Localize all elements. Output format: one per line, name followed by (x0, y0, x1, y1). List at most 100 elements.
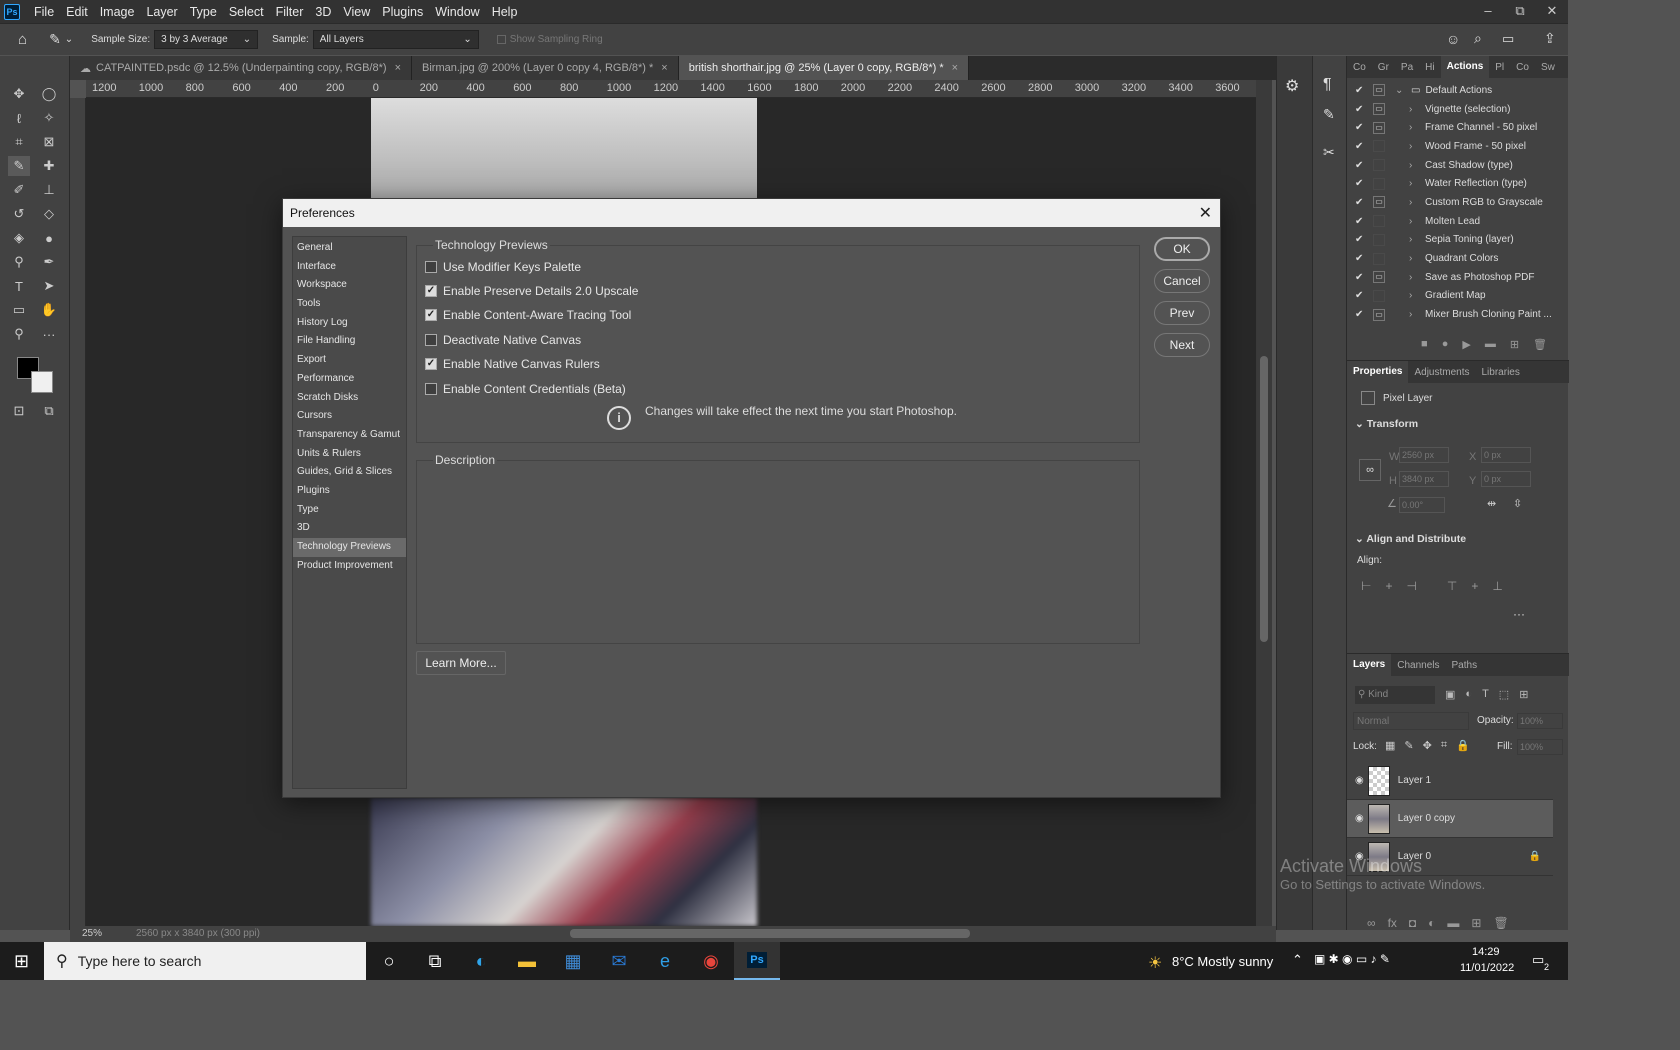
action-row[interactable]: ✔ › Wood Frame - 50 pixel (1347, 137, 1568, 156)
align-top-icon[interactable]: ⊤ (1447, 579, 1457, 593)
option-native-canvas-rulers[interactable]: ✓ Enable Native Canvas Rulers (425, 357, 600, 371)
ok-button[interactable]: OK (1154, 237, 1210, 261)
nav-workspace[interactable]: Workspace (293, 276, 406, 295)
chevron-right-icon[interactable]: › (1409, 234, 1421, 245)
taskbar-search[interactable]: ⚲ Type here to search (44, 942, 366, 980)
user-icon[interactable]: ☺ (1446, 31, 1460, 47)
dialog-toggle[interactable]: ▭ (1373, 196, 1385, 209)
type-tool-icon[interactable]: T (8, 276, 30, 296)
crop-tool-icon[interactable]: ⌗ (8, 132, 30, 152)
search-icon[interactable]: ⌕ (1474, 30, 1482, 47)
lock-position-icon[interactable]: ✥ (1423, 739, 1432, 752)
tab-libraries[interactable]: Libraries (1476, 367, 1526, 378)
check-icon[interactable]: ✔ (1355, 104, 1369, 115)
menu-help[interactable]: Help (486, 5, 524, 19)
dodge-tool-icon[interactable]: ⚲ (8, 252, 30, 272)
nav-interface[interactable]: Interface (293, 258, 406, 277)
align-middle-icon[interactable]: + (1471, 579, 1478, 593)
weather-text[interactable]: 8°C Mostly sunny (1172, 954, 1273, 969)
delete-layer-icon[interactable]: 🗑 (1493, 916, 1508, 930)
marquee-tool-icon[interactable]: ◯ (38, 84, 60, 104)
quick-mask-icon[interactable]: ⊡ (8, 401, 30, 421)
option-modifier-keys-palette[interactable]: Use Modifier Keys Palette (425, 260, 581, 274)
nav-export[interactable]: Export (293, 351, 406, 370)
next-button[interactable]: Next (1154, 333, 1210, 357)
nav-transparency-gamut[interactable]: Transparency & Gamut (293, 426, 406, 445)
lock-all-icon[interactable]: 🔒 (1456, 739, 1470, 752)
learn-more-button[interactable]: Learn More... (416, 651, 506, 675)
task-view-icon[interactable]: ⧉ (412, 942, 458, 980)
brush-settings-icon[interactable]: ✎ (1323, 106, 1335, 123)
check-icon[interactable]: ✔ (1355, 122, 1369, 133)
quick-select-tool-icon[interactable]: ✧ (38, 108, 60, 128)
lasso-tool-icon[interactable]: ℓ (8, 108, 30, 128)
sampling-ring-checkbox[interactable] (496, 35, 506, 44)
paragraph-icon[interactable]: ¶ (1323, 76, 1332, 94)
align-left-icon[interactable]: ⊢ (1361, 579, 1371, 593)
new-set-icon[interactable]: ▬ (1485, 338, 1496, 358)
history-brush-tool-icon[interactable]: ↺ (8, 204, 30, 224)
sample-size-select[interactable]: 3 by 3 Average ⌄ (154, 30, 259, 49)
photoshop-taskbar-icon[interactable]: Ps (734, 942, 780, 980)
tray-icons[interactable]: ▣ ✱ ◉ ▭ ♪ ✎ (1314, 952, 1390, 966)
more-icon[interactable]: ··· (1513, 607, 1525, 621)
tab-patterns[interactable]: Pa (1395, 62, 1419, 73)
store-icon[interactable]: ▦ (550, 942, 596, 980)
check-icon[interactable]: ✔ (1355, 197, 1369, 208)
height-field[interactable]: 3840 px (1399, 471, 1449, 487)
chevron-right-icon[interactable]: › (1409, 272, 1421, 283)
shape-filter-icon[interactable]: ⬚ (1499, 688, 1509, 701)
check-icon[interactable]: ✔ (1355, 309, 1369, 320)
action-row[interactable]: ✔ › Gradient Map (1347, 287, 1568, 306)
play-icon[interactable]: ▶ (1462, 338, 1470, 358)
nav-product-improvement[interactable]: Product Improvement (293, 557, 406, 576)
chevron-right-icon[interactable]: › (1409, 104, 1421, 115)
option-content-credentials[interactable]: Enable Content Credentials (Beta) (425, 382, 626, 396)
dialog-close-icon[interactable]: ✕ (1199, 203, 1212, 223)
menu-3d[interactable]: 3D (309, 5, 337, 19)
eraser-tool-icon[interactable]: ◇ (38, 204, 60, 224)
nav-technology-previews[interactable]: Technology Previews (293, 538, 406, 557)
clock-time[interactable]: 14:29 (1472, 946, 1500, 958)
link-icon[interactable]: ∞ (1359, 459, 1381, 481)
check-icon[interactable]: ✔ (1355, 178, 1369, 189)
menu-edit[interactable]: Edit (60, 5, 94, 19)
y-field[interactable]: 0 px (1481, 471, 1531, 487)
nav-plugins[interactable]: Plugins (293, 482, 406, 501)
group-icon[interactable]: ▬ (1447, 916, 1459, 930)
eyedropper-tool-icon[interactable]: ✎ (49, 31, 61, 48)
eyedropper-tool-icon[interactable]: ✎ (8, 156, 30, 176)
layer-row[interactable]: ◉ Layer 1 (1347, 762, 1553, 800)
layer-row[interactable]: ◉ Layer 0 copy (1347, 800, 1553, 838)
dialog-toggle[interactable] (1373, 289, 1385, 302)
minimize-button[interactable]: – (1472, 0, 1504, 22)
check-icon[interactable]: ✔ (1355, 160, 1369, 171)
blur-tool-icon[interactable]: ● (38, 228, 60, 248)
internet-explorer-icon[interactable]: e (642, 942, 688, 980)
nav-3d[interactable]: 3D (293, 519, 406, 538)
check-icon[interactable]: ✔ (1355, 216, 1369, 227)
adjustment-layer-icon[interactable]: ◐ (1428, 916, 1435, 930)
zoom-tool-icon[interactable]: ⚲ (8, 324, 30, 344)
close-tab-icon[interactable]: × (395, 62, 401, 74)
paint-bucket-tool-icon[interactable]: ◈ (8, 228, 30, 248)
menu-filter[interactable]: Filter (270, 5, 310, 19)
checkbox-checked[interactable]: ✓ (425, 309, 437, 321)
sample-select[interactable]: All Layers ⌄ (312, 30, 479, 49)
rectangle-tool-icon[interactable]: ▭ (8, 300, 30, 320)
align-bottom-icon[interactable]: ⊥ (1492, 579, 1502, 593)
home-icon[interactable]: ⌂ (18, 31, 27, 48)
move-tool-icon[interactable]: ✥ (8, 84, 30, 104)
x-field[interactable]: 0 px (1481, 447, 1531, 463)
nav-file-handling[interactable]: File Handling (293, 332, 406, 351)
frame-tool-icon[interactable]: ⊠ (38, 132, 60, 152)
width-field[interactable]: 2560 px (1399, 447, 1449, 463)
checkbox[interactable] (425, 383, 437, 395)
chevron-right-icon[interactable]: › (1409, 197, 1421, 208)
action-row[interactable]: ✔ › Quadrant Colors (1347, 249, 1568, 268)
dialog-toggle[interactable] (1373, 177, 1385, 190)
nav-guides-grid-slices[interactable]: Guides, Grid & Slices (293, 463, 406, 482)
mask-icon[interactable]: ◘ (1409, 916, 1416, 930)
doc-tab-birman[interactable]: Birman.jpg @ 200% (Layer 0 copy 4, RGB/8… (412, 56, 679, 80)
dialog-toggle[interactable]: ▭ (1373, 103, 1385, 116)
